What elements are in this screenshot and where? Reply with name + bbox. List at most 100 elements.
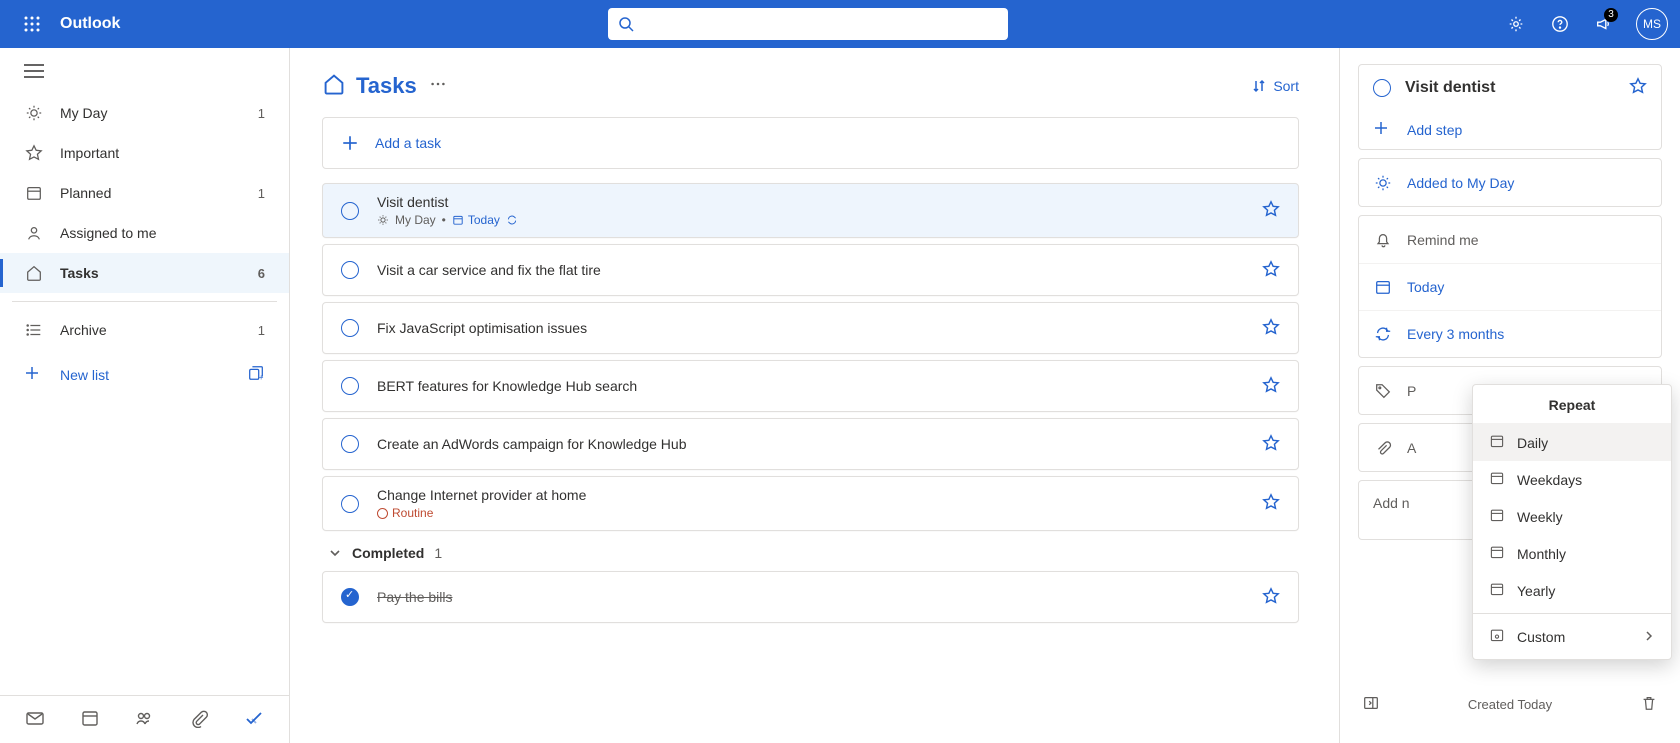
avatar[interactable]: MS xyxy=(1636,8,1668,40)
add-task-input[interactable]: Add a task xyxy=(322,117,1299,169)
home-icon xyxy=(24,264,44,282)
add-step-label: Add step xyxy=(1407,122,1462,138)
hide-detail-icon[interactable] xyxy=(1362,694,1380,715)
calendar-footer-icon[interactable] xyxy=(80,708,100,731)
task-row[interactable]: Visit a car service and fix the flat tir… xyxy=(322,244,1299,296)
task-row[interactable]: Fix JavaScript optimisation issues xyxy=(322,302,1299,354)
task-meta-myday: My Day xyxy=(395,213,436,227)
task-checkbox[interactable] xyxy=(341,435,359,453)
dropdown-item-label: Monthly xyxy=(1517,546,1566,562)
search-input[interactable] xyxy=(642,16,998,32)
plus-icon xyxy=(1373,120,1393,139)
dropdown-item[interactable]: Monthly xyxy=(1473,535,1671,572)
dropdown-item-label: Custom xyxy=(1517,629,1565,645)
dropdown-item[interactable]: Yearly xyxy=(1473,572,1671,609)
sidebar-item-assigned[interactable]: Assigned to me xyxy=(0,213,289,253)
star-icon[interactable] xyxy=(1262,434,1280,455)
settings-icon[interactable] xyxy=(1496,4,1536,44)
delete-icon[interactable] xyxy=(1640,694,1658,715)
attach-icon[interactable] xyxy=(189,708,209,731)
sidebar-item-myday[interactable]: My Day 1 xyxy=(0,93,289,133)
chevron-down-icon xyxy=(328,546,342,560)
task-row[interactable]: BERT features for Knowledge Hub search xyxy=(322,360,1299,412)
task-row[interactable]: Change Internet provider at home Routine xyxy=(322,476,1299,531)
app-launcher-icon[interactable] xyxy=(8,16,56,32)
mail-icon[interactable] xyxy=(25,708,45,731)
myday-label: Added to My Day xyxy=(1407,175,1647,191)
task-row[interactable]: Visit dentist My Day • Today xyxy=(322,183,1299,238)
sun-icon xyxy=(1373,174,1393,192)
list-icon xyxy=(24,321,44,339)
task-checkbox[interactable] xyxy=(341,495,359,513)
sidebar-item-tasks[interactable]: Tasks 6 xyxy=(0,253,289,293)
divider xyxy=(12,301,277,302)
due-row[interactable]: Today xyxy=(1359,263,1661,310)
star-icon[interactable] xyxy=(1262,376,1280,397)
sort-button[interactable]: Sort xyxy=(1251,78,1299,94)
task-checkbox[interactable] xyxy=(341,588,359,606)
sidebar-item-planned[interactable]: Planned 1 xyxy=(0,173,289,213)
calendar-small-icon xyxy=(1489,507,1505,526)
sidebar-item-label: Planned xyxy=(60,185,258,201)
star-icon[interactable] xyxy=(1262,260,1280,281)
task-checkbox[interactable] xyxy=(341,377,359,395)
task-row[interactable]: Pay the bills xyxy=(322,571,1299,623)
dropdown-title: Repeat xyxy=(1473,385,1671,424)
sun-icon xyxy=(24,104,44,122)
star-icon[interactable] xyxy=(1629,77,1647,98)
dropdown-item-custom[interactable]: Custom xyxy=(1473,618,1671,655)
sort-label: Sort xyxy=(1273,78,1299,94)
dropdown-item-label: Weekly xyxy=(1517,509,1563,525)
detail-task-title[interactable]: Visit dentist xyxy=(1405,79,1619,97)
new-group-icon[interactable]: + xyxy=(247,364,265,385)
repeat-row[interactable]: Every 3 months xyxy=(1359,310,1661,357)
dropdown-item[interactable]: Weekly xyxy=(1473,498,1671,535)
calendar-icon xyxy=(1373,278,1393,296)
star-icon[interactable] xyxy=(1262,318,1280,339)
plus-icon xyxy=(341,134,359,152)
dropdown-item[interactable]: Daily xyxy=(1473,424,1671,461)
page-title: Tasks xyxy=(356,73,417,99)
task-checkbox[interactable] xyxy=(341,202,359,220)
repeat-icon xyxy=(1373,325,1393,343)
people-icon[interactable] xyxy=(134,708,154,731)
detail-title-row[interactable]: Visit dentist xyxy=(1359,65,1661,110)
hamburger-icon[interactable] xyxy=(0,48,289,89)
new-list-label: New list xyxy=(60,367,109,383)
sidebar-item-label: My Day xyxy=(60,105,258,121)
task-title: Visit dentist xyxy=(377,194,1252,210)
task-meta-date: Today xyxy=(452,213,500,227)
dropdown-item[interactable]: Weekdays xyxy=(1473,461,1671,498)
task-title: Fix JavaScript optimisation issues xyxy=(377,320,1252,336)
task-row[interactable]: Create an AdWords campaign for Knowledge… xyxy=(322,418,1299,470)
add-step-button[interactable]: Add step xyxy=(1359,110,1661,149)
task-title: Create an AdWords campaign for Knowledge… xyxy=(377,436,1252,452)
calendar-small-icon xyxy=(1489,433,1505,452)
check-icon[interactable] xyxy=(244,708,264,731)
new-list-button[interactable]: New list + xyxy=(0,354,289,395)
help-icon[interactable] xyxy=(1540,4,1580,44)
more-icon[interactable] xyxy=(429,75,447,96)
completed-section-toggle[interactable]: Completed 1 xyxy=(322,531,1299,571)
task-checkbox[interactable] xyxy=(341,319,359,337)
star-icon[interactable] xyxy=(1262,493,1280,514)
star-icon[interactable] xyxy=(1262,200,1280,221)
search-box[interactable] xyxy=(608,8,1008,40)
star-icon[interactable] xyxy=(1262,587,1280,608)
task-title: BERT features for Knowledge Hub search xyxy=(377,378,1252,394)
remind-row[interactable]: Remind me xyxy=(1359,216,1661,263)
task-title: Pay the bills xyxy=(377,589,1252,605)
completed-label: Completed xyxy=(352,545,424,561)
megaphone-icon[interactable]: 3 xyxy=(1584,4,1624,44)
sidebar-item-important[interactable]: Important xyxy=(0,133,289,173)
attach-icon xyxy=(1373,439,1393,457)
dropdown-item-label: Yearly xyxy=(1517,583,1555,599)
task-tag: Routine xyxy=(377,506,433,520)
sidebar-item-count: 1 xyxy=(258,106,265,121)
myday-row[interactable]: Added to My Day xyxy=(1359,159,1661,206)
task-title: Change Internet provider at home xyxy=(377,487,1252,503)
created-label: Created Today xyxy=(1380,697,1640,712)
sidebar-item-archive[interactable]: Archive 1 xyxy=(0,310,289,350)
task-checkbox[interactable] xyxy=(341,261,359,279)
task-checkbox[interactable] xyxy=(1373,79,1391,97)
